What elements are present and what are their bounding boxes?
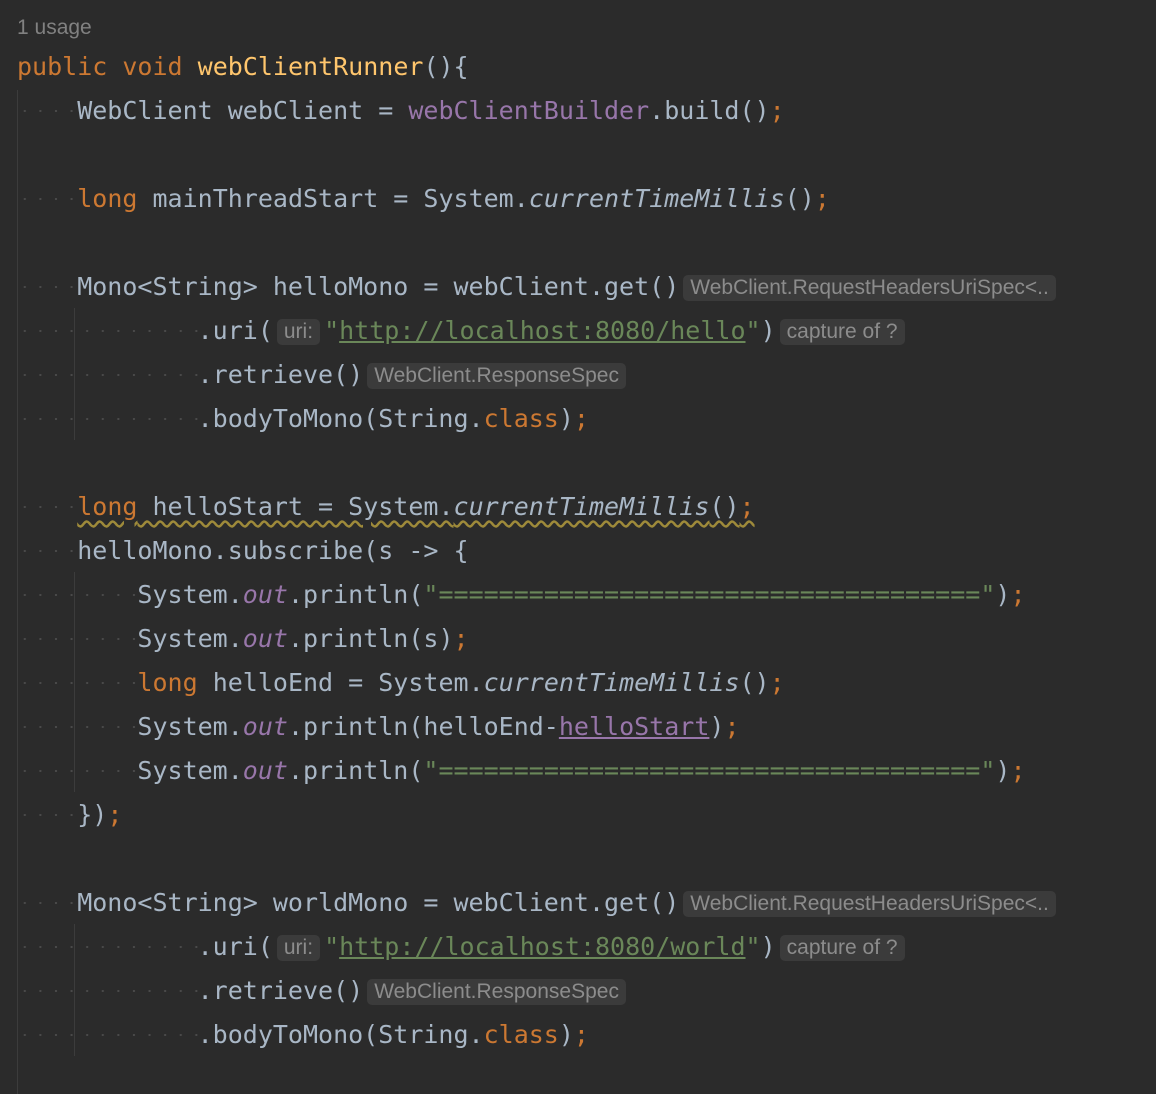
code-line-4: Mono<String> helloMono = webClient.get()…: [17, 265, 1060, 309]
code-line-18: .retrieve() WebClient.ResponseSpec: [17, 969, 630, 1013]
code-line-16: Mono<String> worldMono = webClient.get()…: [17, 881, 1060, 925]
code-line-5: .uri(uri: "http://localhost:8080/hello") c…: [17, 309, 909, 353]
code-line-6: .retrieve() WebClient.ResponseSpec: [17, 353, 630, 397]
param-hint: uri:: [276, 319, 321, 345]
code-line-1: public void webClientRunner(){: [17, 52, 469, 81]
code-line-9: helloMono.subscribe(s -> {: [17, 536, 469, 565]
code-line-19: .bodyToMono(String.class);: [17, 1020, 589, 1049]
code-line-10: System.out.println("====================…: [17, 580, 1026, 609]
code-line-15: });: [17, 800, 123, 829]
code-line-13: System.out.println(helloEnd-helloStart);: [17, 712, 740, 741]
hello-url-link[interactable]: http://localhost:8080/hello: [339, 316, 745, 345]
keyword: void: [122, 52, 183, 81]
type-hint: WebClient.ResponseSpec: [367, 363, 626, 389]
type-hint: WebClient.RequestHeadersUriSpec<..: [683, 275, 1056, 301]
code-line-11: System.out.println(s);: [17, 624, 469, 653]
method-name: webClientRunner: [197, 52, 424, 81]
code-line-3: long mainThreadStart = System.currentTim…: [17, 177, 830, 221]
code-line-7: .bodyToMono(String.class);: [17, 404, 589, 433]
code-line-17: .uri(uri: "http://localhost:8080/world") c…: [17, 925, 909, 969]
world-url-link[interactable]: http://localhost:8080/world: [339, 932, 745, 961]
type-hint: capture of ?: [779, 319, 905, 345]
code-line-12: long helloEnd = System.currentTimeMillis…: [17, 661, 785, 705]
type-hint: capture of ?: [779, 935, 905, 961]
code-line-2: WebClient webClient = webClientBuilder.b…: [17, 96, 785, 125]
type-hint: WebClient.ResponseSpec: [367, 979, 626, 1005]
code-line-14: System.out.println("====================…: [17, 756, 1026, 785]
param-hint: uri:: [276, 935, 321, 961]
type-hint: WebClient.RequestHeadersUriSpec<..: [683, 891, 1056, 917]
code-line-8: long helloStart = System.currentTimeMill…: [17, 485, 755, 529]
usage-hint[interactable]: 1 usage: [17, 16, 92, 40]
keyword: public: [17, 52, 108, 81]
